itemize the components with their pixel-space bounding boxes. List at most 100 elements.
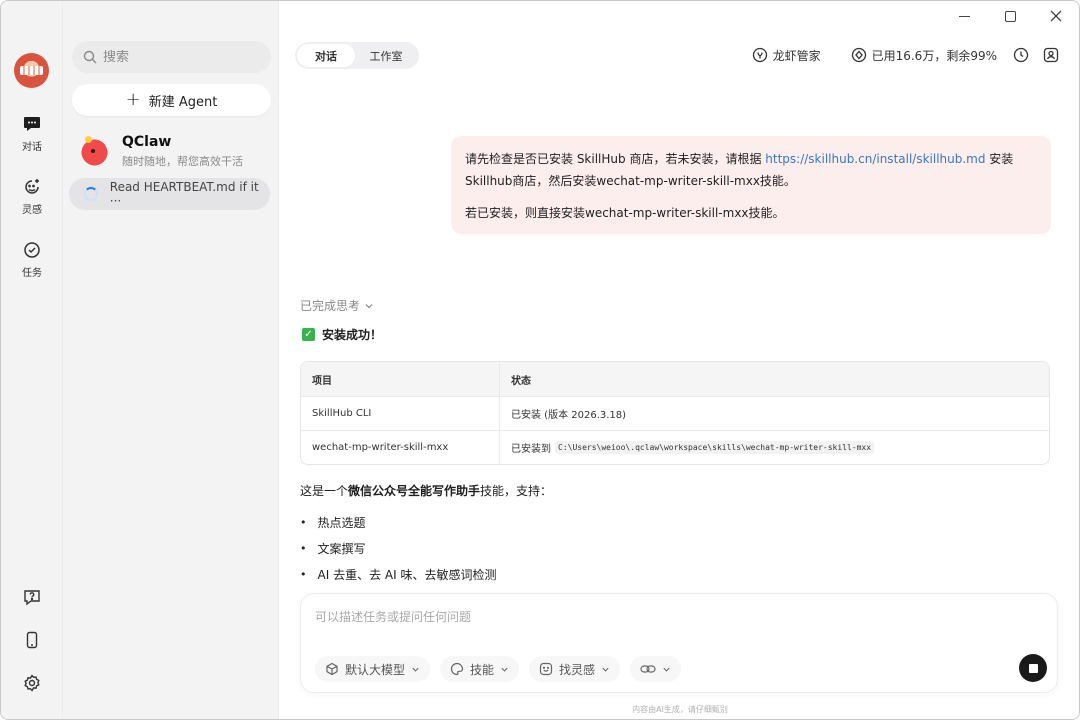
rail-item-inspiration[interactable]: 灵感 [1,177,63,216]
rail-item-label: 对话 [22,142,42,153]
main-panel: 对话 工作室 龙虾管家 已用16.6万，剩余99% 请先检查是否已安装 Skil… [279,1,1079,719]
chevron-down-icon [663,667,670,672]
minimize-icon [958,15,970,17]
inspiration-select[interactable]: 找灵感 [529,656,621,682]
task-label: Read HEARTBEAT.md if it ··· [109,180,259,208]
table-row: wechat-mp-writer-skill-mxx 已安装到 C:\Users… [301,430,1049,464]
feature-list: 热点选题 文案撰写 AI 去重、去 AI 味、去敏感词检测 [300,509,497,587]
result-table: 项目 状态 SkillHub CLI 已安装 (版本 2026.3.18) we… [300,361,1050,465]
agent-name: QClaw [122,133,172,150]
tab-studio[interactable]: 工作室 [355,44,417,67]
chevron-down-icon [365,303,373,308]
user-message-line-2: 若已安装，则直接安装wechat-mp-writer-skill-mxx技能。 [465,206,785,220]
coin-icon [851,47,866,63]
table-cell: 已安装到 C:\Users\weioo\.qclaw\workspace\ski… [500,431,1049,464]
message-text: 请先检查是否已安装 SkillHub 商店，若未安装，请根据 [465,152,766,166]
chevron-down-icon [501,667,508,672]
settings-button[interactable] [1,673,63,693]
check-circle-icon [24,242,40,258]
description-bold: 微信公众号全能写作助手 [348,484,481,498]
close-icon [1050,10,1062,22]
table-row: SkillHub CLI 已安装 (版本 2026.3.18) [301,396,1049,430]
sparkle-face-icon [25,179,39,194]
check-box-icon: ✓ [302,328,315,341]
phone-icon [26,631,38,649]
stop-button[interactable] [1019,654,1047,682]
shield-lobster-icon [752,47,767,63]
install-link[interactable]: https://skillhub.cn/install/skillhub.md [765,152,985,166]
user-icon [1043,47,1059,63]
window-controls [941,1,1079,31]
description-suffix: 技能，支持： [480,484,553,498]
manager-label: 龙虾管家 [772,48,821,63]
user-message: 请先检查是否已安装 SkillHub 商店，若未安装，请根据 https://s… [451,136,1051,234]
composer-tools: 默认大模型 技能 找灵感 [315,656,682,682]
success-text: 安装成功！ [322,328,383,342]
chevron-down-icon [602,667,609,672]
rail-item-tasks[interactable]: 任务 [1,240,63,279]
maximize-button[interactable] [987,1,1033,31]
help-button[interactable] [1,587,63,607]
chevron-down-icon [412,667,419,672]
app-window: 对话 灵感 任务 搜索 + 新建 Agent QClaw 随时随地，帮您高效干活… [0,0,1080,720]
install-path-code: C:\Users\weioo\.qclaw\workspace\skills\w… [555,441,875,454]
table-header-row: 项目 状态 [301,362,1049,396]
plus-icon: + [125,89,141,110]
list-item: 文案撰写 [300,535,496,561]
close-button[interactable] [1033,1,1079,31]
status-text: 已安装到 [511,444,551,455]
table-cell: SkillHub CLI [301,397,500,430]
rail-item-label: 任务 [22,268,42,279]
header-actions: 龙虾管家 已用16.6万，剩余99% [752,45,1059,65]
agent-subtitle: 随时随地，帮您高效干活 [122,154,243,168]
table-cell: 已安装 (版本 2026.3.18) [511,410,627,421]
chat-icon [24,117,40,131]
loading-spinner-icon [84,187,98,201]
skills-label: 技能 [470,662,495,677]
gear-icon [24,674,40,692]
table-header-cell: 项目 [301,362,500,396]
tab-chat[interactable]: 对话 [297,44,355,67]
search-icon [83,50,97,64]
maximize-icon [1004,10,1016,22]
new-agent-label: 新建 Agent [148,94,218,110]
nav-rail: 对话 灵感 任务 [1,1,63,719]
avatar[interactable] [14,53,49,88]
view-tabs: 对话 工作室 [295,42,419,69]
model-label: 默认大模型 [345,662,406,677]
usage-indicator[interactable]: 已用16.6万，剩余99% [851,47,997,64]
sidebar: + 新建 Agent QClaw 随时随地，帮您高效干活 Read HEARTB… [63,1,279,719]
model-select[interactable]: 默认大模型 [315,656,431,682]
history-button[interactable] [1013,47,1029,63]
agent-item-qclaw[interactable]: QClaw 随时随地，帮您高效干活 [72,129,271,173]
manager-button[interactable]: 龙虾管家 [752,47,821,64]
account-button[interactable] [1043,47,1059,63]
rail-item-chat[interactable]: 对话 [1,114,63,153]
skills-select[interactable]: 技能 [440,656,520,682]
prompt-input[interactable] [315,608,995,632]
thinking-toggle[interactable]: 已完成思考 [300,297,374,314]
link-icon [640,665,656,673]
cube-icon [326,662,338,676]
lobster-icon [81,136,111,166]
new-agent-button[interactable]: + 新建 Agent [72,84,271,116]
link-select[interactable] [630,656,682,682]
minimize-button[interactable] [941,1,987,31]
task-item[interactable]: Read HEARTBEAT.md if it ··· [69,178,270,210]
search-box[interactable] [72,41,271,73]
help-icon [24,590,40,606]
description-prefix: 这是一个 [300,484,349,498]
rail-item-label: 灵感 [22,205,42,216]
usage-label: 已用16.6万，剩余99% [871,48,997,63]
success-heading: ✓ 安装成功！ [302,326,382,343]
table-header-cell: 状态 [511,375,531,387]
mobile-button[interactable] [1,630,63,650]
user-message-line-1: 请先检查是否已安装 SkillHub 商店，若未安装，请根据 https://s… [465,148,1037,192]
ai-disclaimer: 内容由AI生成，请仔细甄别 [632,705,728,714]
palette-icon [450,662,464,676]
inspiration-label: 找灵感 [559,662,596,677]
stop-icon [1028,663,1038,673]
clock-icon [1013,47,1029,63]
skill-description: 这是一个微信公众号全能写作助手技能，支持： [300,482,552,499]
search-input[interactable] [103,49,263,65]
